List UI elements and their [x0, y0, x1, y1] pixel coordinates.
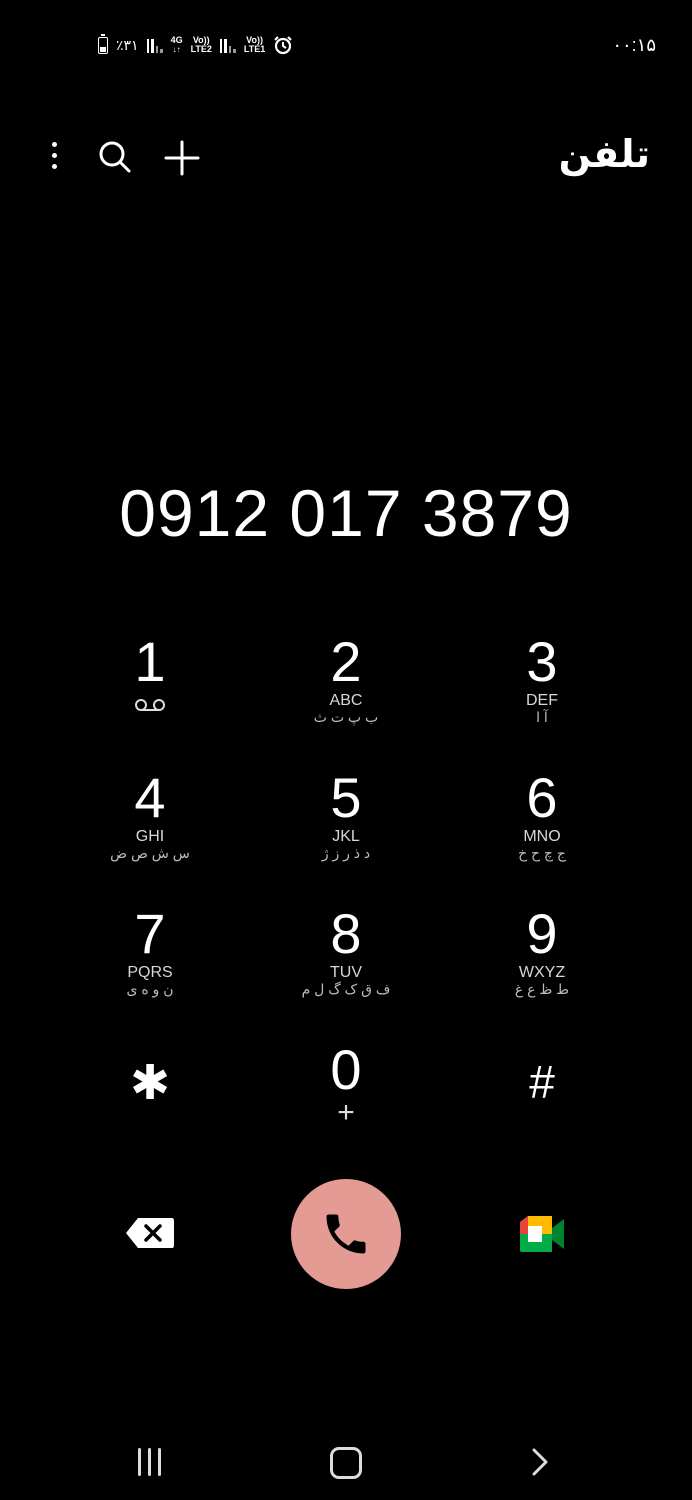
key-letters: TUV [330, 964, 362, 981]
key-plus-label: + [337, 1096, 355, 1129]
key-digit: 0 [330, 1038, 362, 1101]
status-indicators: ٪۳۱ 4G ↓↑ Vo)) LTE2 Vo)) LTE1 [98, 33, 293, 56]
key-digit: 7 [134, 902, 166, 965]
key-5[interactable]: 5 JKL د ذ ر ز ژ [248, 764, 444, 900]
key-persian-letters: آ ا [536, 709, 548, 725]
key-7[interactable]: 7 PQRS ن و ه ی [52, 900, 248, 1036]
video-call-button[interactable] [518, 1214, 566, 1254]
key-persian-letters: س ش ص ض [110, 845, 190, 861]
key-persian-letters: ف ق ک گ ل م [301, 981, 391, 997]
home-button[interactable] [330, 1447, 362, 1479]
key-persian-letters: د ذ ر ز ژ [321, 845, 371, 861]
key-1[interactable]: 1 [52, 628, 248, 764]
key-digit: ✱ [129, 1057, 171, 1110]
network-type-indicator: 4G ↓↑ [170, 35, 183, 55]
add-icon [164, 140, 200, 176]
key-hash[interactable]: # [444, 1036, 640, 1172]
key-letters: DEF [526, 692, 558, 709]
key-digit: # [529, 1056, 555, 1108]
key-6[interactable]: 6 MNO ج چ ح خ [444, 764, 640, 900]
key-digit: 9 [526, 902, 558, 965]
key-persian-letters: ب پ ت ث [313, 709, 379, 725]
key-star[interactable]: ✱ [52, 1036, 248, 1172]
page-title: تلفن [558, 134, 650, 176]
key-persian-letters: ج چ ح خ [518, 845, 566, 861]
key-4[interactable]: 4 GHI س ش ص ض [52, 764, 248, 900]
volte1-indicator: Vo)) LTE1 [243, 35, 266, 54]
search-button[interactable] [96, 138, 134, 176]
dialer-actions [0, 1176, 692, 1292]
key-letters: JKL [332, 828, 360, 845]
voicemail-icon [135, 699, 165, 711]
key-9[interactable]: 9 WXYZ ط ظ ع غ [444, 900, 640, 1036]
key-8[interactable]: 8 TUV ف ق ک گ ل م [248, 900, 444, 1036]
battery-icon [98, 33, 108, 54]
battery-percent: ٪۳۱ [116, 36, 139, 53]
app-bar: تلفن [0, 120, 692, 190]
back-button[interactable] [528, 1446, 552, 1478]
backspace-button[interactable] [124, 1216, 176, 1250]
dial-keypad: 1 2 ABC ب پ ت ث 3 DEF آ ا 4 GHI س ش ص ض … [52, 628, 640, 1172]
key-persian-letters: ن و ه ی [126, 981, 174, 997]
recents-button[interactable] [138, 1448, 168, 1476]
volte2-indicator: Vo)) LTE2 [190, 35, 212, 54]
status-bar: ٪۳۱ 4G ↓↑ Vo)) LTE2 Vo)) LTE1 ۰۰:۱۵ [0, 0, 692, 90]
key-letters: GHI [135, 828, 165, 845]
system-nav-bar [0, 1420, 692, 1500]
back-icon [532, 1448, 548, 1476]
signal-icon [219, 37, 236, 53]
key-digit: 1 [134, 630, 166, 693]
key-digit: 4 [134, 766, 166, 829]
key-persian-letters: ط ظ ع غ [514, 981, 570, 997]
backspace-icon [126, 1218, 174, 1248]
key-letters: WXYZ [518, 964, 566, 981]
dialed-number-field[interactable]: 0912 017 3879 [0, 475, 692, 551]
key-2[interactable]: 2 ABC ب پ ت ث [248, 628, 444, 764]
clock-time: ۰۰:۱۵ [612, 35, 656, 55]
key-digit: 3 [526, 630, 558, 693]
more-options-button[interactable] [40, 138, 70, 174]
key-digit: 2 [330, 630, 362, 693]
video-call-icon [520, 1216, 564, 1252]
key-digit: 8 [330, 902, 362, 965]
phone-icon [326, 1214, 366, 1254]
call-button[interactable] [291, 1179, 401, 1289]
key-letters: MNO [523, 828, 561, 845]
recents-icon [138, 1448, 161, 1476]
add-contact-button[interactable] [160, 136, 204, 180]
key-digit: 5 [330, 766, 362, 829]
key-3[interactable]: 3 DEF آ ا [444, 628, 640, 764]
key-digit: 6 [526, 766, 558, 829]
key-letters: ABC [329, 692, 363, 709]
key-0[interactable]: 0 + [248, 1036, 444, 1172]
signal-icon [146, 37, 163, 53]
key-letters: PQRS [127, 964, 173, 981]
search-icon [99, 141, 131, 173]
alarm-icon [274, 36, 293, 55]
